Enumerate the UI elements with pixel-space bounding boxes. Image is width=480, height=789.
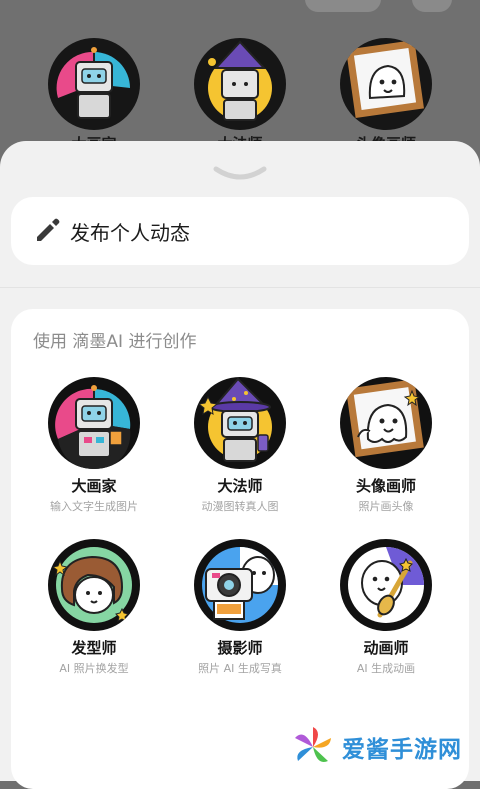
background-top-button xyxy=(412,0,452,12)
publish-post-button[interactable]: 发布个人动态 xyxy=(11,197,469,265)
tool-animator[interactable]: 动画师 AI 生成动画 xyxy=(311,539,461,676)
camera-ghost-icon xyxy=(194,539,286,631)
pencil-icon xyxy=(37,218,60,241)
tool-name: 摄影师 xyxy=(217,639,263,657)
tool-photographer[interactable]: 摄影师 照片 AI 生成写真 xyxy=(165,539,315,676)
robot-wizard-icon xyxy=(194,38,286,130)
tool-big-painter[interactable]: 大画家 输入文字生成图片 xyxy=(19,377,169,514)
publish-post-label: 发布个人动态 xyxy=(70,220,190,245)
bottom-sheet: 发布个人动态 使用 滴墨AI 进行创作 大画家 输入文字生成图片 大法师 动漫图… xyxy=(0,141,480,789)
watermark-text: 爱酱手游网 xyxy=(342,737,462,763)
tool-avatar-painter[interactable]: 头像画师 照片画头像 xyxy=(311,377,461,514)
robot-painter-icon xyxy=(48,377,140,469)
ai-tools-card: 使用 滴墨AI 进行创作 大画家 输入文字生成图片 大法师 动漫图转真人图 头像… xyxy=(11,309,469,789)
tool-description: 照片画头像 xyxy=(358,500,414,513)
tool-name: 动画师 xyxy=(363,639,409,657)
hairstylist-icon xyxy=(48,539,140,631)
chevron-down-icon[interactable] xyxy=(210,163,270,183)
robot-wizard-icon xyxy=(194,377,286,469)
tool-description: 动漫图转真人图 xyxy=(201,500,279,513)
ghost-frame-icon xyxy=(340,377,432,469)
tool-name: 发型师 xyxy=(71,639,117,657)
ghost-frame-icon xyxy=(340,38,432,130)
tool-description: AI 生成动画 xyxy=(356,662,416,675)
tool-name: 大画家 xyxy=(71,477,117,495)
tool-big-wizard[interactable]: 大法师 动漫图转真人图 xyxy=(165,377,315,514)
tool-description: 照片 AI 生成写真 xyxy=(198,662,282,675)
ghost-guitar-icon xyxy=(340,539,432,631)
tool-name: 大法师 xyxy=(217,477,263,495)
tool-description: AI 照片换发型 xyxy=(59,662,129,675)
section-title: 使用 滴墨AI 进行创作 xyxy=(33,332,197,352)
tool-name: 头像画师 xyxy=(355,477,416,495)
site-watermark: 爱酱手游网 xyxy=(290,722,476,772)
robot-painter-icon xyxy=(48,38,140,130)
tool-hairstylist[interactable]: 发型师 AI 照片换发型 xyxy=(19,539,169,676)
tool-description: 输入文字生成图片 xyxy=(50,500,138,513)
pinwheel-logo-icon xyxy=(295,727,331,763)
background-top-button xyxy=(305,0,381,12)
divider xyxy=(0,287,480,288)
